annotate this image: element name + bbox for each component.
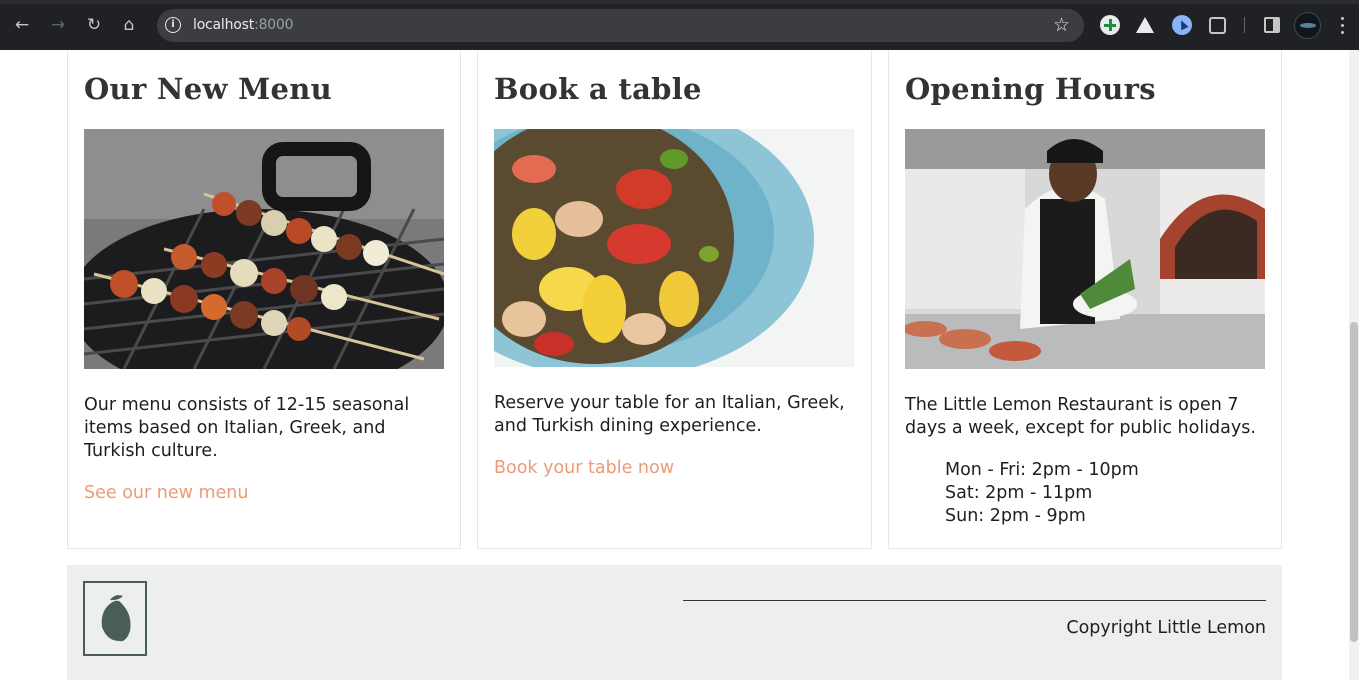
hours-weekday: Mon - Fri: 2pm - 10pm <box>945 460 1139 480</box>
card-title: Opening Hours <box>905 72 1156 106</box>
drive-extension-icon[interactable] <box>1136 17 1154 33</box>
profile-avatar[interactable] <box>1294 12 1321 39</box>
url-host: localhost <box>193 17 255 33</box>
scrollbar-thumb[interactable] <box>1350 322 1358 642</box>
toolbar-divider <box>1244 17 1245 33</box>
home-icon[interactable]: ⌂ <box>118 14 140 36</box>
card-title: Our New Menu <box>84 72 333 106</box>
reload-icon[interactable]: ↻ <box>83 14 105 36</box>
card-description: The Little Lemon Restaurant is open 7 da… <box>905 395 1256 438</box>
book-table-link[interactable]: Book your table now <box>494 458 674 478</box>
lemon-logo-icon[interactable] <box>83 581 147 656</box>
copyright-text: Copyright Little Lemon <box>1066 618 1266 638</box>
url-port: :8000 <box>254 17 294 33</box>
see-menu-link[interactable]: See our new menu <box>84 483 249 503</box>
extensions-puzzle-icon[interactable] <box>1209 17 1226 34</box>
url-text[interactable]: localhost:8000 <box>193 17 294 33</box>
card-description: Reserve your table for an Italian, Greek… <box>494 393 845 436</box>
footer-divider <box>683 600 1266 601</box>
hours-list: Mon - Fri: 2pm - 10pm Sat: 2pm - 11pm Su… <box>945 459 1139 528</box>
address-bar[interactable]: i localhost:8000 ☆ <box>157 9 1084 42</box>
footer: Copyright Little Lemon <box>67 565 1282 680</box>
side-panel-icon[interactable] <box>1264 17 1280 33</box>
hours-sunday: Sun: 2pm - 9pm <box>945 506 1086 526</box>
salad-plate-photo <box>494 129 854 367</box>
card-description: Our menu consists of 12-15 seasonal item… <box>84 395 410 461</box>
grilled-skewers-photo <box>84 129 444 369</box>
bookmark-star-icon[interactable]: ☆ <box>1053 14 1070 36</box>
tab-strip <box>0 0 1359 4</box>
opening-hours-card: Opening Hours The Little Lemon Restauran… <box>888 50 1282 549</box>
page-scrollbar[interactable] <box>1349 50 1359 680</box>
site-info-icon[interactable]: i <box>165 17 181 33</box>
menu-card: Our New Menu Our menu consists of 12-15 … <box>67 50 461 549</box>
hours-saturday: Sat: 2pm - 11pm <box>945 483 1093 503</box>
browser-toolbar: ← → ↻ ⌂ i localhost:8000 ☆ <box>0 0 1359 50</box>
back-arrow-icon[interactable]: ← <box>11 14 33 36</box>
more-menu-icon[interactable] <box>1336 15 1348 37</box>
chef-in-kitchen-photo <box>905 129 1265 369</box>
add-extension-icon[interactable] <box>1100 15 1120 35</box>
card-title: Book a table <box>494 72 702 106</box>
forward-arrow-icon[interactable]: → <box>47 14 69 36</box>
book-table-card: Book a table Reserve your table for an I… <box>477 50 872 549</box>
cursor-extension-icon[interactable] <box>1172 15 1192 35</box>
